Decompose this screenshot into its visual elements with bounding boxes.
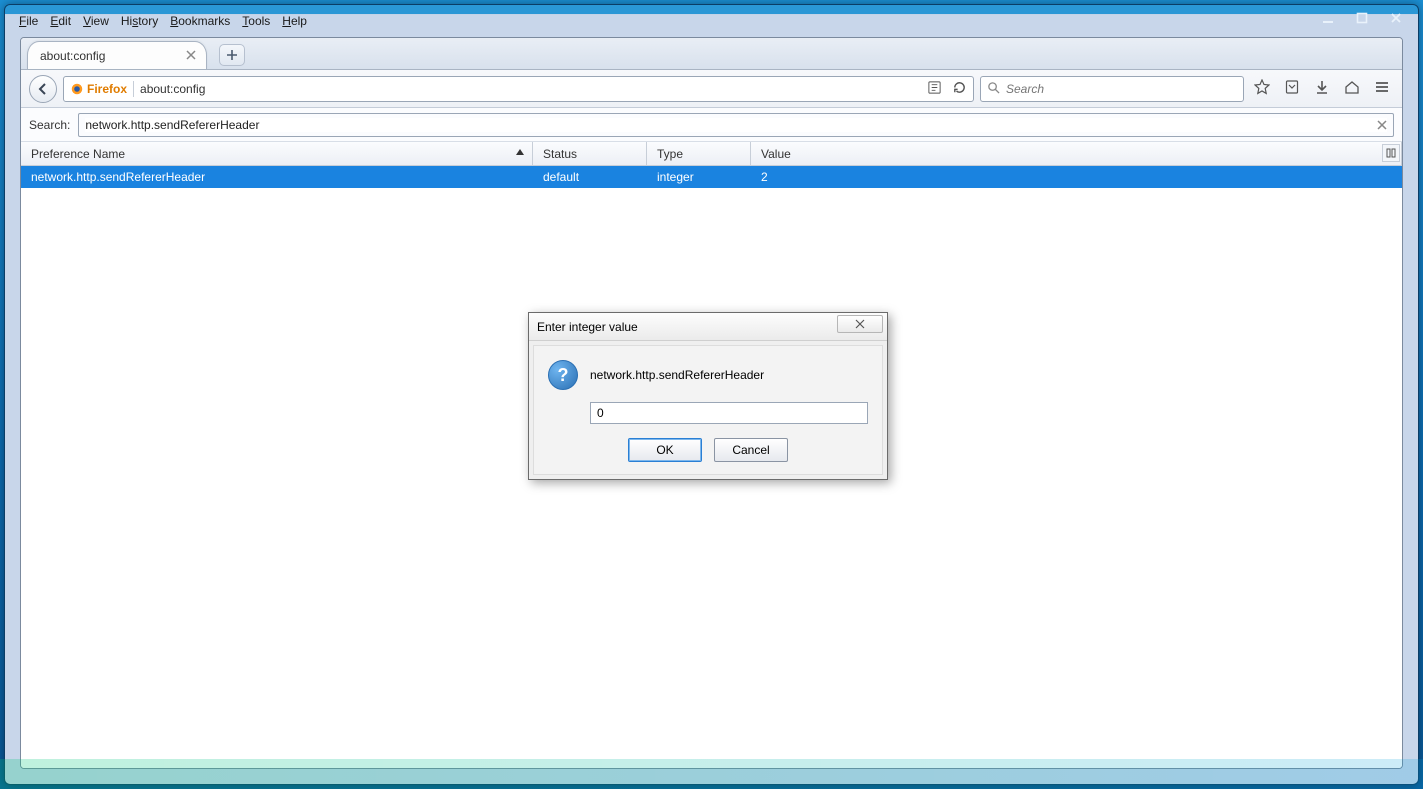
filter-label: Search: bbox=[29, 118, 70, 132]
search-icon bbox=[987, 81, 1000, 97]
menu-help[interactable]: Help bbox=[282, 14, 307, 28]
tab-title: about:config bbox=[40, 49, 105, 63]
minimize-button[interactable] bbox=[1314, 9, 1342, 27]
home-icon[interactable] bbox=[1344, 79, 1360, 98]
tab-close-icon[interactable] bbox=[184, 48, 198, 62]
dialog-title: Enter integer value bbox=[537, 320, 638, 334]
question-icon: ? bbox=[548, 360, 578, 390]
downloads-icon[interactable] bbox=[1314, 79, 1330, 98]
menu-view[interactable]: View bbox=[83, 14, 109, 28]
navbar: Firefox about:config bbox=[21, 70, 1402, 108]
reload-icon[interactable] bbox=[952, 80, 967, 98]
cell-type: integer bbox=[647, 170, 751, 184]
dialog-input-wrapper bbox=[590, 402, 868, 424]
menu-bookmarks[interactable]: Bookmarks bbox=[170, 14, 230, 28]
window-controls bbox=[1308, 5, 1416, 31]
tab-aboutconfig[interactable]: about:config bbox=[27, 41, 207, 69]
bookmark-star-icon[interactable] bbox=[1254, 79, 1270, 98]
reader-mode-icon[interactable] bbox=[927, 80, 942, 98]
cell-status: default bbox=[533, 170, 647, 184]
filter-row: Search: bbox=[21, 108, 1402, 142]
sort-asc-icon bbox=[516, 149, 524, 155]
menu-tools[interactable]: Tools bbox=[242, 14, 270, 28]
enter-integer-dialog: Enter integer value ? network.http.sendR… bbox=[528, 312, 888, 480]
firefox-identity-icon: Firefox bbox=[70, 82, 127, 96]
search-input[interactable] bbox=[1006, 82, 1237, 96]
column-picker-icon[interactable] bbox=[1382, 144, 1400, 162]
table-header: Preference Name Status Type Value bbox=[21, 142, 1402, 166]
separator bbox=[133, 81, 134, 97]
menu-icon[interactable] bbox=[1374, 79, 1390, 98]
dialog-titlebar: Enter integer value bbox=[529, 313, 887, 341]
url-bar[interactable]: Firefox about:config bbox=[63, 76, 974, 102]
dialog-pref-label: network.http.sendRefererHeader bbox=[590, 368, 764, 382]
menu-file[interactable]: File bbox=[19, 14, 38, 28]
tabstrip: about:config bbox=[21, 38, 1402, 70]
col-status[interactable]: Status bbox=[533, 142, 647, 165]
back-button[interactable] bbox=[29, 75, 57, 103]
dialog-input[interactable] bbox=[597, 406, 861, 420]
toolbar-buttons bbox=[1250, 79, 1394, 98]
ok-button[interactable]: OK bbox=[628, 438, 702, 462]
col-preference-name[interactable]: Preference Name bbox=[21, 142, 533, 165]
menu-bar: File Edit View History Bookmarks Tools H… bbox=[19, 14, 307, 28]
menu-history[interactable]: History bbox=[121, 14, 158, 28]
menu-edit[interactable]: Edit bbox=[50, 14, 71, 28]
close-button[interactable] bbox=[1382, 9, 1410, 27]
table-row[interactable]: network.http.sendRefererHeader default i… bbox=[21, 166, 1402, 188]
clear-filter-icon[interactable] bbox=[1375, 118, 1389, 132]
cell-name: network.http.sendRefererHeader bbox=[21, 170, 533, 184]
pocket-icon[interactable] bbox=[1284, 79, 1300, 98]
url-text: about:config bbox=[140, 82, 205, 96]
search-bar[interactable] bbox=[980, 76, 1244, 102]
cancel-button[interactable]: Cancel bbox=[714, 438, 788, 462]
filter-input-wrapper bbox=[78, 113, 1394, 137]
cell-value: 2 bbox=[751, 170, 1402, 184]
col-type[interactable]: Type bbox=[647, 142, 751, 165]
maximize-button[interactable] bbox=[1348, 9, 1376, 27]
dialog-close-button[interactable] bbox=[837, 315, 883, 333]
dialog-body: ? network.http.sendRefererHeader OK Canc… bbox=[533, 345, 883, 475]
col-value[interactable]: Value bbox=[751, 142, 1402, 165]
new-tab-button[interactable] bbox=[219, 44, 245, 66]
identity-label: Firefox bbox=[87, 82, 127, 96]
filter-input[interactable] bbox=[85, 118, 1387, 132]
